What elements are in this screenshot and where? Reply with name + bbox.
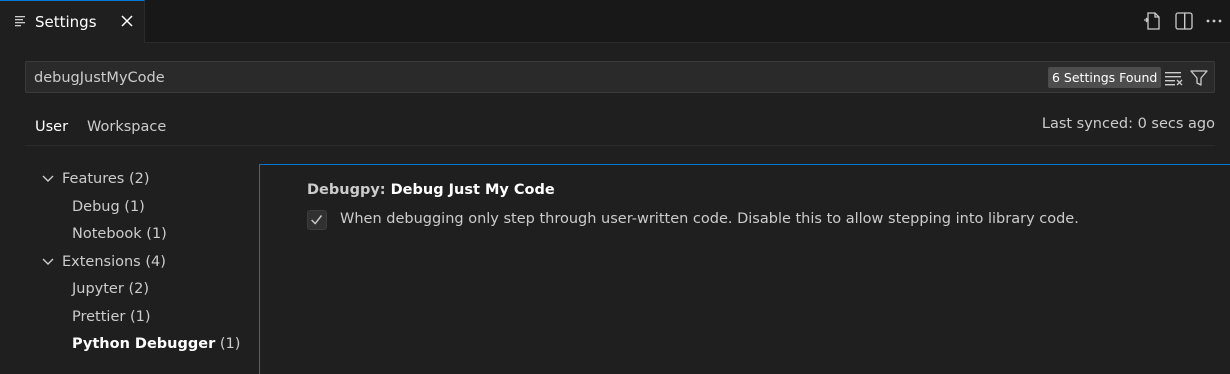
toc-label: Debug bbox=[72, 199, 120, 215]
close-icon[interactable] bbox=[118, 12, 136, 30]
settings-editor: Settings 6 Settings Found bbox=[0, 0, 1230, 374]
toc-label: Prettier bbox=[72, 309, 126, 325]
settings-search-input[interactable] bbox=[34, 67, 934, 89]
toc-count: (1) bbox=[124, 199, 145, 215]
chevron-down-icon bbox=[42, 175, 54, 182]
setting-title: Debugpy: Debug Just My Code bbox=[307, 182, 555, 198]
settings-list-icon bbox=[15, 16, 25, 27]
toc-label: Jupyter bbox=[72, 281, 124, 297]
more-actions-icon[interactable] bbox=[1203, 10, 1225, 32]
tab-workspace-label: Workspace bbox=[87, 119, 167, 135]
split-editor-icon[interactable] bbox=[1173, 10, 1195, 32]
settings-search-box: 6 Settings Found bbox=[25, 61, 1215, 93]
setting-name: Debug Just My Code bbox=[390, 182, 555, 198]
toc-item-debug[interactable]: Debug (1) bbox=[72, 195, 145, 219]
toc-count: (2) bbox=[128, 281, 149, 297]
tab-user[interactable]: User bbox=[25, 113, 77, 146]
chevron-down-icon bbox=[42, 258, 54, 265]
toc-label: Extensions bbox=[62, 254, 141, 270]
tab-workspace[interactable]: Workspace bbox=[87, 113, 166, 145]
settings-found-badge: 6 Settings Found bbox=[1048, 67, 1162, 88]
settings-tab[interactable]: Settings bbox=[0, 0, 145, 43]
tab-label: Settings bbox=[35, 13, 97, 31]
editor-tab-bar: Settings bbox=[0, 0, 1230, 43]
tab-user-label: User bbox=[35, 119, 69, 135]
toc-item-notebook[interactable]: Notebook (1) bbox=[72, 222, 167, 246]
toc-count: (1) bbox=[219, 336, 241, 352]
open-settings-json-icon[interactable] bbox=[1141, 10, 1163, 32]
toc-label: Features bbox=[62, 171, 125, 187]
setting-category: Debugpy: bbox=[307, 182, 391, 198]
setting-description: When debugging only step through user-wr… bbox=[340, 211, 1079, 227]
toc-count: (1) bbox=[129, 309, 151, 325]
toc-item-jupyter[interactable]: Jupyter (2) bbox=[72, 277, 149, 301]
toc-label: Python Debugger bbox=[72, 336, 216, 352]
toc-item-prettier[interactable]: Prettier (1) bbox=[72, 305, 151, 329]
setting-item-debug-just-my-code: Debugpy: Debug Just My Code When debuggi… bbox=[259, 164, 1230, 374]
sync-status: Last synced: 0 secs ago bbox=[1041, 116, 1215, 132]
toc-label: Notebook bbox=[72, 226, 142, 242]
toc-item-python-debugger[interactable]: Python Debugger (1) bbox=[72, 332, 240, 356]
clear-filter-icon[interactable] bbox=[1163, 67, 1185, 89]
toc-count: (4) bbox=[145, 254, 166, 270]
toc-count: (1) bbox=[146, 226, 167, 242]
filter-icon[interactable] bbox=[1188, 67, 1210, 89]
check-icon bbox=[311, 215, 323, 225]
toc-count: (2) bbox=[128, 171, 150, 187]
scope-divider bbox=[25, 145, 1215, 146]
debug-just-my-code-checkbox[interactable] bbox=[307, 210, 327, 230]
